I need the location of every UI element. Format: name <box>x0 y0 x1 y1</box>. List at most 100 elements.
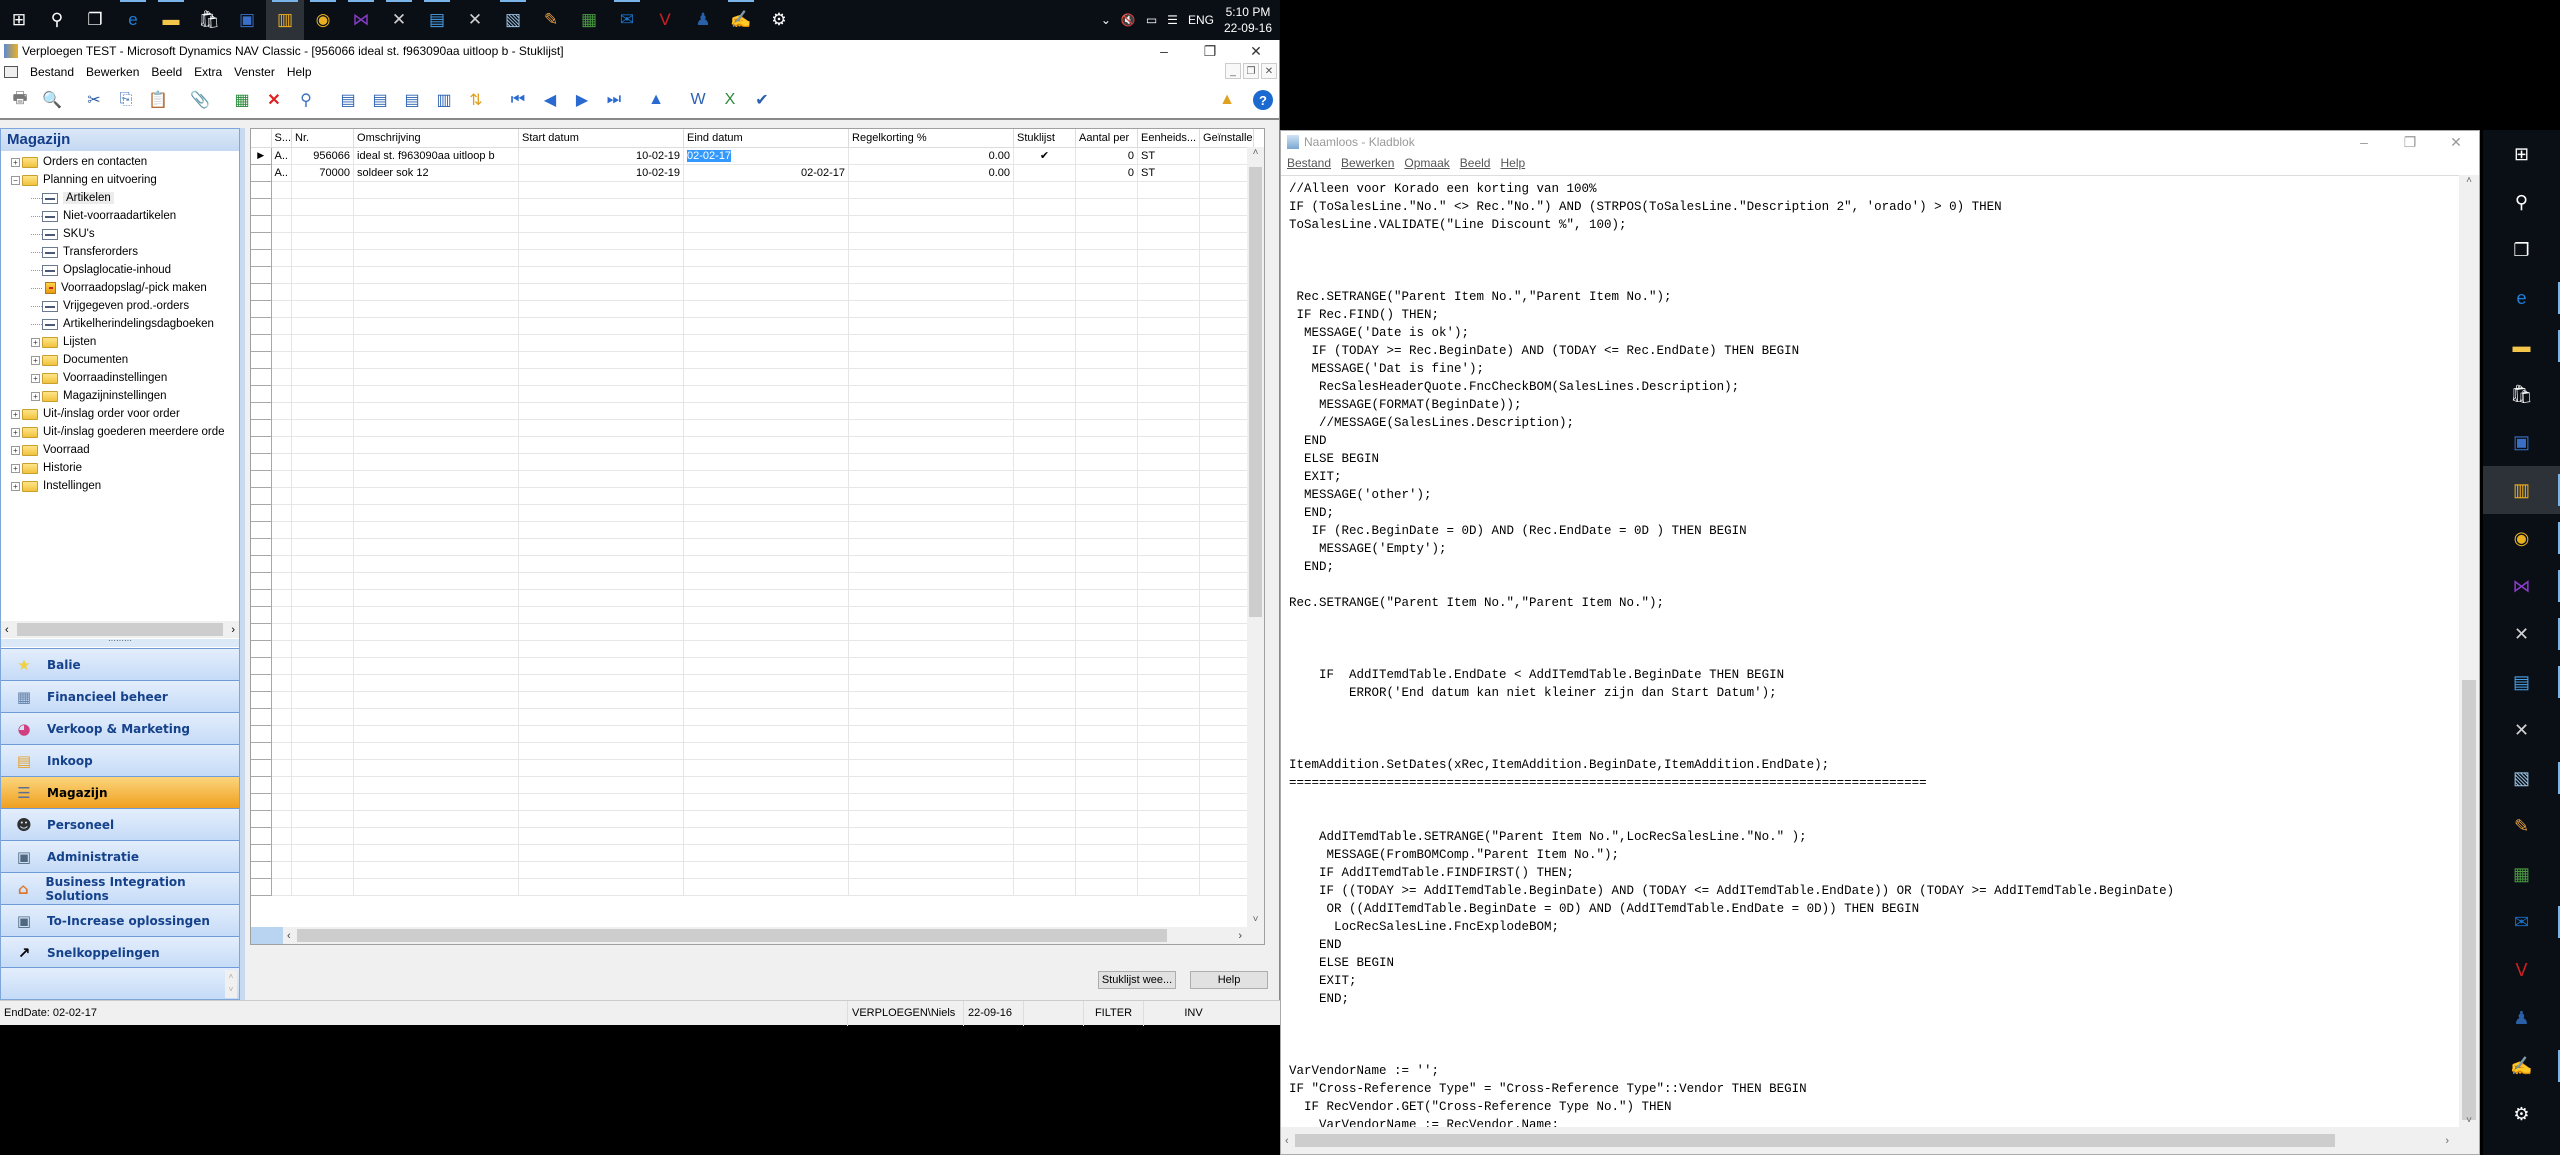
empty-cell[interactable] <box>1137 844 1201 862</box>
tools-icon-2[interactable]: ✕ <box>2483 706 2560 754</box>
column-header[interactable]: Stuklijst <box>1013 129 1077 148</box>
empty-cell[interactable] <box>271 419 293 437</box>
notepad-vertical-scrollbar[interactable]: ˄ ˅ <box>2459 175 2479 1128</box>
column-header[interactable]: Aantal per <box>1075 129 1139 148</box>
app-window-icon[interactable]: ▤ <box>2483 658 2560 706</box>
empty-cell[interactable] <box>1013 810 1077 828</box>
mdi-minimize-button[interactable]: _ <box>1225 63 1241 79</box>
settings-gear-icon[interactable]: ⚙ <box>2483 1090 2560 1138</box>
empty-cell[interactable] <box>518 759 685 777</box>
empty-cell[interactable] <box>291 232 355 250</box>
empty-cell[interactable] <box>1137 606 1201 624</box>
empty-cell[interactable] <box>1013 708 1077 726</box>
cell-description[interactable]: soldeer sok 12 <box>353 164 520 182</box>
tree-item[interactable]: Artikelen <box>31 189 114 207</box>
empty-cell[interactable] <box>271 402 293 420</box>
empty-cell[interactable] <box>518 538 685 556</box>
empty-cell[interactable] <box>1199 691 1254 709</box>
empty-cell[interactable] <box>1199 844 1254 862</box>
empty-cell[interactable] <box>291 385 355 403</box>
empty-cell[interactable] <box>848 436 1015 454</box>
new-record-icon[interactable]: ▦ <box>230 88 254 112</box>
tree-item[interactable]: + Magazijninstellingen <box>31 387 167 405</box>
empty-cell[interactable] <box>848 402 1015 420</box>
empty-cell[interactable] <box>1075 589 1139 607</box>
task-view-icon[interactable]: ❐ <box>2483 226 2560 274</box>
empty-cell[interactable] <box>1075 419 1139 437</box>
row-selector[interactable] <box>251 606 272 624</box>
empty-cell[interactable] <box>271 436 293 454</box>
empty-cell[interactable] <box>1199 827 1254 845</box>
scroll-right-icon[interactable]: › <box>2445 1135 2449 1147</box>
empty-cell[interactable] <box>1013 266 1077 284</box>
empty-cell[interactable] <box>1013 181 1077 199</box>
empty-cell[interactable] <box>353 317 520 335</box>
empty-cell[interactable] <box>1013 198 1077 216</box>
store-icon[interactable]: 🛍 <box>190 0 228 40</box>
empty-cell[interactable] <box>353 436 520 454</box>
empty-cell[interactable] <box>1199 453 1254 471</box>
empty-cell[interactable] <box>518 827 685 845</box>
empty-cell[interactable] <box>683 606 850 624</box>
language-indicator[interactable]: ENG <box>1188 13 1214 27</box>
empty-cell[interactable] <box>518 844 685 862</box>
empty-cell[interactable] <box>271 861 293 879</box>
empty-cell[interactable] <box>291 198 355 216</box>
outlook-icon[interactable]: ✉ <box>608 0 646 40</box>
empty-cell[interactable] <box>1075 283 1139 301</box>
empty-cell[interactable] <box>291 521 355 539</box>
nav-button-to-increase-oplossingen[interactable]: ▣ To-Increase oplossingen <box>1 904 239 936</box>
empty-cell[interactable] <box>291 861 355 879</box>
empty-cell[interactable] <box>291 623 355 641</box>
empty-cell[interactable] <box>1013 215 1077 233</box>
row-selector[interactable] <box>251 368 272 386</box>
notepad-icon[interactable]: ▧ <box>494 0 532 40</box>
empty-cell[interactable] <box>518 504 685 522</box>
empty-cell[interactable] <box>1199 589 1254 607</box>
empty-cell[interactable] <box>1075 572 1139 590</box>
empty-row[interactable] <box>251 470 1254 488</box>
empty-cell[interactable] <box>1075 470 1139 488</box>
empty-cell[interactable] <box>1137 504 1201 522</box>
empty-cell[interactable] <box>1013 453 1077 471</box>
empty-cell[interactable] <box>848 793 1015 811</box>
empty-cell[interactable] <box>848 504 1015 522</box>
empty-cell[interactable] <box>1199 759 1254 777</box>
empty-cell[interactable] <box>1013 674 1077 692</box>
empty-cell[interactable] <box>1137 181 1201 199</box>
empty-cell[interactable] <box>271 453 293 471</box>
empty-cell[interactable] <box>683 249 850 267</box>
empty-cell[interactable] <box>1199 538 1254 556</box>
empty-cell[interactable] <box>1075 453 1139 471</box>
empty-row[interactable] <box>251 793 1254 811</box>
empty-cell[interactable] <box>848 283 1015 301</box>
empty-cell[interactable] <box>271 759 293 777</box>
empty-cell[interactable] <box>271 283 293 301</box>
empty-cell[interactable] <box>1013 793 1077 811</box>
empty-row[interactable] <box>251 623 1254 641</box>
empty-cell[interactable] <box>1075 232 1139 250</box>
empty-cell[interactable] <box>518 419 685 437</box>
empty-cell[interactable] <box>683 215 850 233</box>
empty-cell[interactable] <box>291 793 355 811</box>
empty-cell[interactable] <box>353 776 520 794</box>
empty-cell[interactable] <box>1075 725 1139 743</box>
document-menu-icon[interactable] <box>4 66 18 78</box>
notepad-text-area[interactable]: //Alleen voor Korado een korting van 100… <box>1281 175 2459 1128</box>
empty-row[interactable] <box>251 283 1254 301</box>
empty-cell[interactable] <box>353 419 520 437</box>
empty-cell[interactable] <box>518 708 685 726</box>
cell-line-discount[interactable]: 0.00 <box>848 164 1015 182</box>
empty-cell[interactable] <box>1013 249 1077 267</box>
empty-cell[interactable] <box>271 351 293 369</box>
attachment-icon[interactable]: 📎 <box>188 88 212 112</box>
print-icon[interactable]: 🖶 <box>8 88 32 112</box>
scroll-right-icon[interactable]: › <box>231 624 239 636</box>
empty-cell[interactable] <box>1199 623 1254 641</box>
cell-unit[interactable]: ST <box>1137 147 1201 165</box>
notepad-plus-icon[interactable]: ✍ <box>722 0 760 40</box>
empty-cell[interactable] <box>353 351 520 369</box>
menu-bewerken[interactable]: Bewerken <box>86 65 139 79</box>
empty-cell[interactable] <box>1013 776 1077 794</box>
empty-cell[interactable] <box>1075 793 1139 811</box>
